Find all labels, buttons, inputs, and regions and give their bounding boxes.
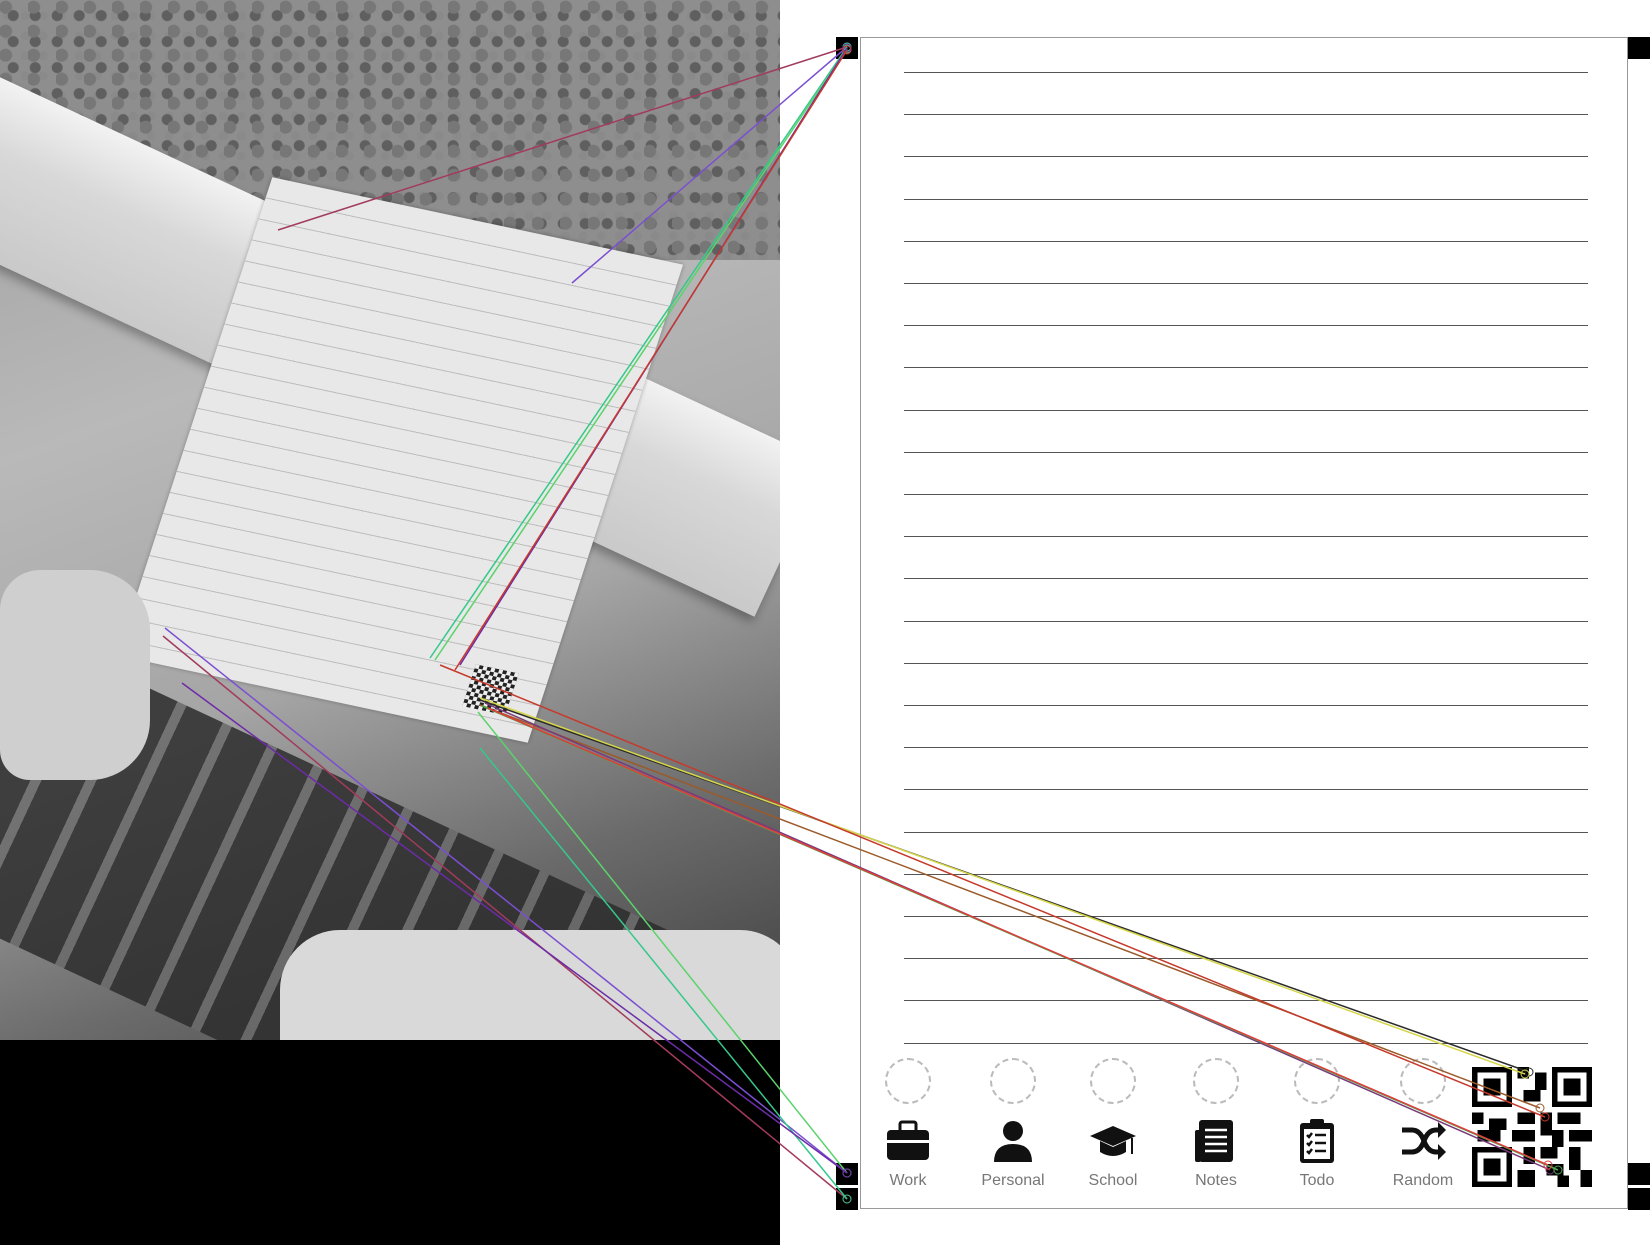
category-random[interactable]: Random (1378, 1058, 1468, 1190)
ruled-line (904, 240, 1588, 242)
category-label: Notes (1195, 1172, 1237, 1189)
ruled-line (904, 705, 1588, 706)
ruled-line (904, 578, 1588, 580)
photographed-qr-code (462, 664, 519, 716)
detection-halo (885, 1058, 931, 1104)
briefcase-icon (883, 1116, 933, 1166)
corner-marker-bottom-left-2 (836, 1188, 858, 1210)
ruled-line (904, 367, 1588, 369)
shuffle-icon (1398, 1116, 1448, 1166)
cloth (280, 930, 780, 1040)
category-label: Todo (1299, 1172, 1335, 1189)
ruled-line (904, 873, 1588, 875)
ruled-line (904, 536, 1588, 538)
corner-marker-bottom-left-1 (836, 1163, 858, 1185)
person-icon (988, 1116, 1038, 1166)
category-label: Random (1392, 1172, 1454, 1189)
hand (0, 570, 150, 780)
graduation-cap-icon (1088, 1116, 1138, 1166)
ruled-line (904, 1000, 1588, 1002)
category-personal[interactable]: Personal (968, 1058, 1058, 1190)
detection-halo (1193, 1058, 1239, 1104)
black-padding (0, 1040, 780, 1245)
category-todo[interactable]: Todo (1272, 1058, 1362, 1190)
clipboard-icon (1292, 1116, 1342, 1166)
ruled-line (904, 325, 1588, 327)
ruled-line (904, 831, 1588, 833)
corner-marker-top-right (1628, 37, 1650, 59)
ruled-line (904, 283, 1588, 284)
detection-halo (1090, 1058, 1136, 1104)
category-notes[interactable]: Notes (1171, 1058, 1261, 1190)
ruled-line (904, 958, 1588, 960)
detection-halo (1294, 1058, 1340, 1104)
ruled-line (904, 114, 1588, 116)
ruled-line (904, 662, 1588, 664)
category-label: School (1088, 1172, 1138, 1189)
photo-panel (0, 0, 780, 1040)
corner-marker-bottom-right-2 (1628, 1188, 1650, 1210)
ruled-line (904, 72, 1588, 73)
category-label: Personal (981, 1172, 1045, 1189)
category-work[interactable]: Work (863, 1058, 953, 1190)
ruled-line (904, 747, 1588, 749)
detection-halo (1400, 1058, 1446, 1104)
newspaper-icon (1191, 1116, 1241, 1166)
corner-marker-bottom-right-1 (1628, 1163, 1650, 1185)
ruled-line (904, 451, 1588, 453)
qr-code (1472, 1067, 1592, 1187)
ruled-line (904, 620, 1588, 622)
detection-halo (990, 1058, 1036, 1104)
category-label: Work (889, 1172, 927, 1189)
category-school[interactable]: School (1068, 1058, 1158, 1190)
ruled-line (904, 494, 1588, 495)
corner-marker-top-left (836, 37, 858, 59)
ruled-line (904, 1042, 1588, 1044)
notebook-page (860, 37, 1628, 1209)
ruled-line (904, 916, 1588, 917)
ruled-line (904, 198, 1588, 200)
ruled-line (904, 409, 1588, 411)
ruled-line (904, 156, 1588, 158)
ruled-line (904, 789, 1588, 791)
